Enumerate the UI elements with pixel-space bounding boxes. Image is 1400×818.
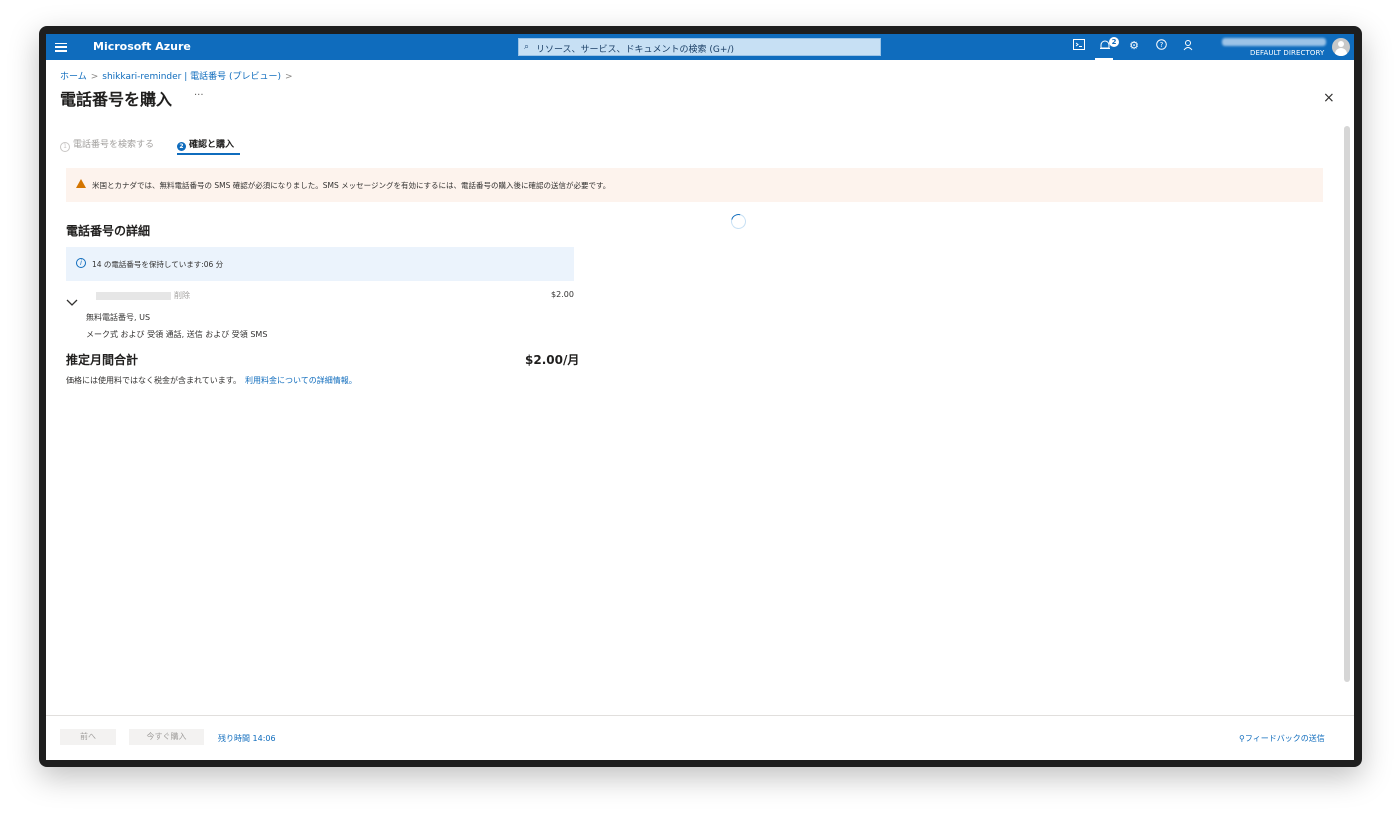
item-price: $2.00 <box>551 290 574 299</box>
feedback-label: フィードバックの送信 <box>1244 734 1325 743</box>
warning-icon <box>76 179 86 188</box>
azure-portal: Microsoft Azure ⌕ リソース、サービス、ドキュメントの検索 (G… <box>46 34 1354 760</box>
chevron-down-icon[interactable] <box>66 291 78 310</box>
page-title: 電話番号を購入 <box>60 90 173 109</box>
more-options-icon[interactable]: ··· <box>194 90 204 101</box>
svg-text:?: ? <box>1159 41 1163 49</box>
previous-button[interactable]: 前へ <box>60 729 116 745</box>
scrollbar[interactable] <box>1344 126 1350 682</box>
number-type: 無料電話番号, US <box>86 313 151 322</box>
pricing-details-link[interactable]: 利用料金についての詳細情報。 <box>245 376 357 385</box>
user-email-redacted <box>1222 38 1326 46</box>
top-bar: Microsoft Azure ⌕ リソース、サービス、ドキュメントの検索 (G… <box>46 34 1354 60</box>
footer-divider <box>46 715 1354 716</box>
breadcrumb-home[interactable]: ホーム <box>60 72 87 82</box>
active-tab-underline <box>177 153 240 155</box>
tab-review-purchase[interactable]: 2 確認と購入 <box>177 137 234 151</box>
info-icon: i <box>76 258 86 268</box>
info-text: 14 の電話番号を保持しています:06 分 <box>92 260 224 269</box>
breadcrumb: ホーム > shikkari-reminder | 電話番号 (プレビュー) > <box>60 69 297 82</box>
chevron-right-icon: > <box>285 72 293 82</box>
close-icon[interactable]: × <box>1323 90 1335 106</box>
search-icon: ⌕ <box>524 42 530 52</box>
delete-button[interactable]: 削除 <box>174 290 190 301</box>
feedback-icon[interactable] <box>1180 39 1196 55</box>
directory-label[interactable]: DEFAULT DIRECTORY <box>1250 49 1324 57</box>
search-placeholder: リソース、サービス、ドキュメントの検索 (G+/) <box>536 45 734 55</box>
warning-banner: 米国とカナダでは、無料電話番号の SMS 確認が必須になりました。SMS メッセ… <box>66 168 1323 202</box>
warning-text: 米国とカナダでは、無料電話番号の SMS 確認が必須になりました。SMS メッセ… <box>92 181 611 190</box>
search-input[interactable]: ⌕ リソース、サービス、ドキュメントの検索 (G+/) <box>518 38 881 56</box>
step-indicator: 1 <box>60 142 70 152</box>
notification-badge: 2 <box>1109 37 1119 47</box>
tax-note-text: 価格には使用料ではなく税金が含まれています。 <box>66 376 241 385</box>
feedback-link[interactable]: ⚲フィードバックの送信 <box>1239 733 1325 744</box>
time-remaining: 残り時間 14:06 <box>218 734 276 743</box>
cloud-shell-icon[interactable] <box>1071 39 1087 55</box>
tab-label: 電話番号を検索する <box>73 140 155 150</box>
active-indicator <box>1095 58 1113 60</box>
tab-search-numbers[interactable]: 1 電話番号を検索する <box>60 137 154 152</box>
avatar[interactable] <box>1332 38 1350 56</box>
number-capabilities: メーク式 および 受領 通話, 送信 および 受領 SMS <box>86 330 268 339</box>
phone-number-redacted <box>96 292 171 300</box>
loading-spinner-icon <box>728 211 749 232</box>
buy-now-button[interactable]: 今すぐ購入 <box>129 729 204 745</box>
menu-icon[interactable] <box>55 40 67 54</box>
chevron-right-icon: > <box>90 72 99 82</box>
help-icon[interactable]: ? <box>1153 39 1169 55</box>
monthly-total-value: $2.00/月 <box>525 353 580 367</box>
step-indicator: 2 <box>177 142 186 151</box>
brand-name[interactable]: Microsoft Azure <box>93 40 191 53</box>
monthly-total-label: 推定月間合計 <box>66 353 139 367</box>
tab-label: 確認と購入 <box>189 140 235 150</box>
section-heading: 電話番号の詳細 <box>66 224 151 238</box>
tax-note: 価格には使用料ではなく税金が含まれています。 利用料金についての詳細情報。 <box>66 375 357 386</box>
info-banner: i 14 の電話番号を保持しています:06 分 <box>66 247 574 281</box>
settings-icon[interactable]: ⚙ <box>1126 39 1142 55</box>
breadcrumb-resource[interactable]: shikkari-reminder | 電話番号 (プレビュー) <box>102 72 281 82</box>
